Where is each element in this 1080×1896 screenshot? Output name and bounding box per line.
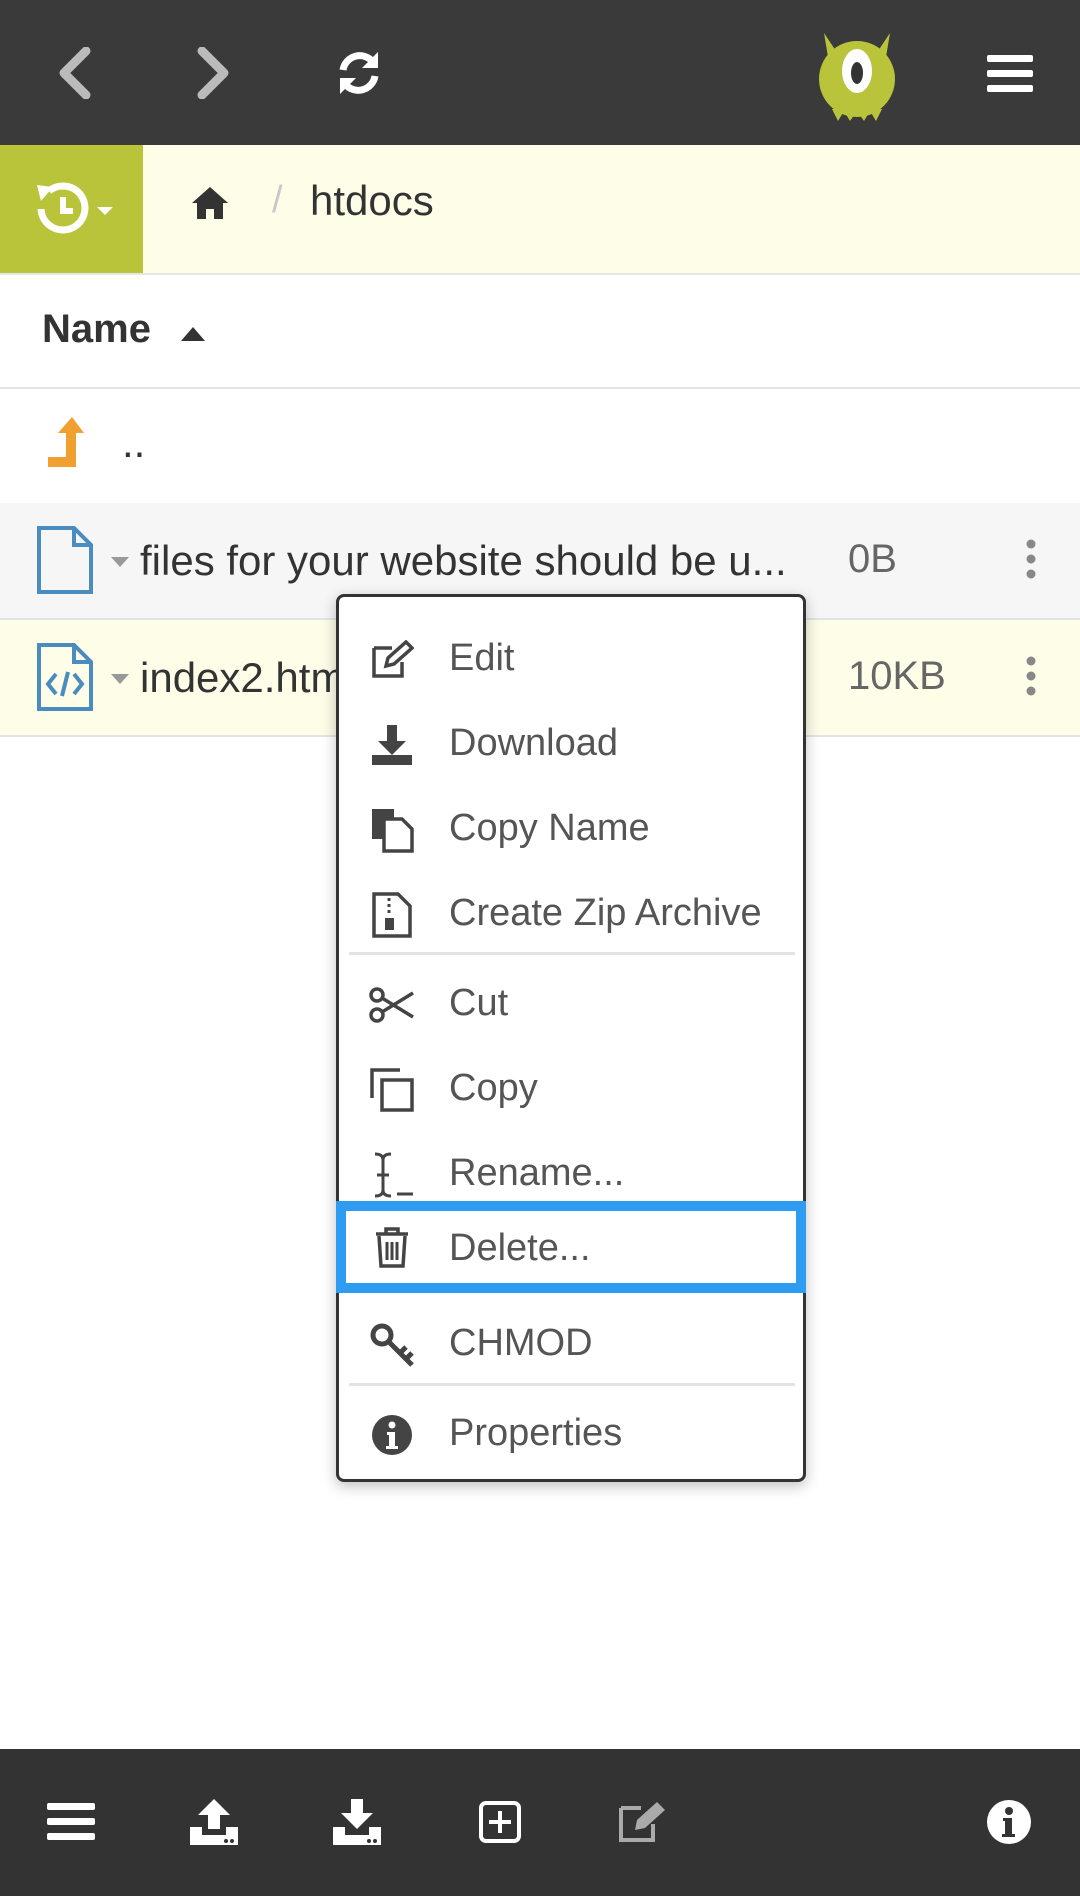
parent-arrow-icon (48, 417, 84, 467)
trash-icon (369, 1224, 415, 1270)
upload-button[interactable] (181, 1789, 247, 1855)
copy-icon (369, 1067, 415, 1113)
info-button[interactable] (976, 1789, 1042, 1855)
edit-button[interactable] (610, 1789, 676, 1855)
home-icon (192, 187, 228, 219)
chevron-left-icon (59, 47, 91, 99)
menu-item-label: Cut (449, 982, 509, 1024)
hamburger-icon (987, 55, 1033, 92)
info-icon (987, 1800, 1031, 1844)
menu-item-label: Properties (449, 1412, 623, 1454)
breadcrumb-home[interactable] (190, 185, 230, 226)
menu-item-label: Rename... (449, 1152, 625, 1194)
menu-item-create-zip-archive[interactable]: Create Zip Archive (339, 874, 803, 954)
copy-name-icon (369, 807, 415, 853)
menu-item-copy-name[interactable]: Copy Name (339, 789, 803, 869)
menu-item-label: Create Zip Archive (449, 892, 762, 934)
main-menu-button[interactable] (980, 46, 1040, 100)
monster-logo-icon (819, 33, 895, 121)
column-name-header[interactable]: Name (42, 307, 151, 352)
menu-item-label: Delete... (449, 1227, 591, 1269)
sort-ascending-icon[interactable] (180, 326, 206, 342)
parent-directory-label: .. (122, 419, 146, 466)
download-icon (333, 1799, 381, 1845)
menu-item-properties[interactable]: Properties (339, 1394, 803, 1474)
menu-item-delete[interactable]: Delete... (336, 1201, 806, 1293)
app-logo (812, 26, 902, 122)
menu-item-cut[interactable]: Cut (339, 964, 803, 1044)
breadcrumb-separator: / (272, 179, 283, 221)
column-header: Name (0, 275, 1080, 389)
new-file-icon (479, 1801, 521, 1843)
file-name: index2.htm (140, 654, 346, 701)
bottom-toolbar (0, 1749, 1080, 1896)
menu-item-label: Download (449, 722, 618, 764)
edit-icon (369, 637, 415, 683)
more-vertical-icon[interactable] (1024, 539, 1038, 579)
menu-item-label: Copy Name (449, 807, 650, 849)
menu-icon (47, 1803, 95, 1840)
rename-cursor-icon (369, 1152, 415, 1198)
bottom-menu-button[interactable] (38, 1789, 104, 1855)
download-icon (369, 722, 415, 768)
breadcrumb-current-dir[interactable]: htdocs (310, 177, 434, 225)
refresh-button[interactable] (326, 40, 392, 106)
more-vertical-icon[interactable] (1024, 656, 1038, 696)
file-name: files for your website should be u... (140, 537, 787, 584)
menu-separator (349, 952, 795, 955)
context-menu: Edit Download Copy Name Create Zip Archi… (336, 594, 806, 1482)
menu-item-edit[interactable]: Edit (339, 619, 803, 699)
file-icon (37, 526, 93, 594)
back-button[interactable] (44, 40, 104, 106)
menu-item-copy[interactable]: Copy (339, 1049, 803, 1129)
scissors-icon (369, 982, 415, 1028)
history-icon (36, 182, 113, 234)
chevron-right-icon (197, 47, 229, 99)
menu-item-label: Edit (449, 637, 515, 679)
new-file-button[interactable] (467, 1789, 533, 1855)
zip-file-icon (369, 892, 415, 938)
forward-button[interactable] (184, 40, 244, 106)
key-icon (369, 1322, 415, 1368)
breadcrumb: / htdocs (0, 145, 1080, 275)
menu-item-label: Copy (449, 1067, 538, 1109)
code-file-icon (37, 643, 93, 711)
row-caret-down-icon[interactable] (110, 673, 130, 685)
edit-icon (619, 1802, 665, 1842)
file-size: 10KB (848, 654, 946, 698)
upload-icon (190, 1799, 238, 1845)
refresh-icon (339, 52, 379, 94)
info-icon (369, 1412, 415, 1458)
menu-item-download[interactable]: Download (339, 704, 803, 784)
top-toolbar (0, 0, 1080, 145)
parent-directory-row[interactable]: .. (0, 389, 1080, 501)
menu-item-label: CHMOD (449, 1322, 593, 1364)
download-button[interactable] (324, 1789, 390, 1855)
menu-item-chmod[interactable]: CHMOD (339, 1304, 803, 1384)
row-caret-down-icon[interactable] (110, 556, 130, 568)
file-size: 0B (848, 537, 897, 581)
history-button[interactable] (0, 145, 143, 273)
menu-separator (349, 1383, 795, 1386)
